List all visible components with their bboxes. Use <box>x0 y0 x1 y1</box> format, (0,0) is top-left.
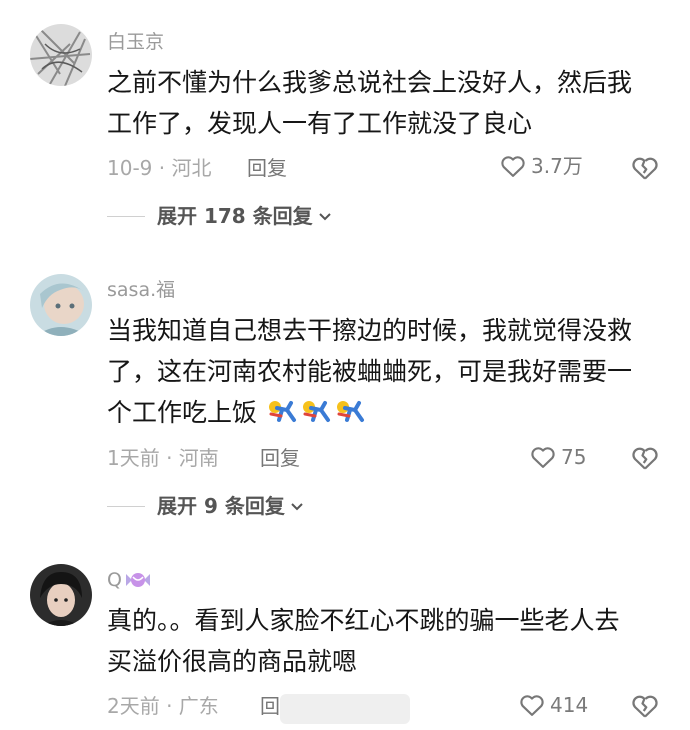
comment-line: 工作了，发现人一有了工作就没了良心 <box>107 109 533 138</box>
username[interactable]: Q <box>107 568 152 592</box>
running-emoji-icon <box>268 401 296 422</box>
comment-line: 当我知道自己想去干擦边的时候，我就觉得没救 <box>107 316 633 345</box>
avatar[interactable] <box>30 274 92 336</box>
username[interactable]: 白玉京 <box>107 30 164 54</box>
username-text: Q <box>107 569 122 591</box>
comment-line: 买溢价很高的商品就嗯 <box>107 647 358 676</box>
heart-outline-icon <box>501 156 525 177</box>
heart-outline-icon <box>520 695 544 716</box>
broken-heart-icon <box>632 695 658 718</box>
reply-button[interactable]: 回复 <box>247 154 287 182</box>
comment-text: 之前不懂为什么我爹总说社会上没好人，然后我 工作了，发现人一有了工作就没了良心 <box>107 62 667 144</box>
running-emoji-icon <box>336 401 364 422</box>
like-count: 3.7万 <box>531 154 583 178</box>
dislike-button[interactable] <box>630 691 660 721</box>
like-button[interactable]: 3.7万 <box>499 152 583 180</box>
broken-heart-icon <box>632 447 658 470</box>
divider <box>107 505 145 507</box>
running-emoji-icon <box>302 401 330 422</box>
expand-replies-label: 展开 9 条回复 <box>157 494 285 518</box>
comment-meta: 1天前 · 河南 <box>107 446 219 470</box>
watermark-overlay <box>280 694 410 724</box>
comment-line: 之前不懂为什么我爹总说社会上没好人，然后我 <box>107 68 633 97</box>
dislike-button[interactable] <box>630 153 660 183</box>
like-button[interactable]: 414 <box>518 691 588 719</box>
username[interactable]: sasa.福 <box>107 278 175 302</box>
comment-meta: 10-9 · 河北 <box>107 156 212 180</box>
broken-heart-icon <box>632 157 658 180</box>
like-button[interactable]: 75 <box>529 443 586 471</box>
dislike-button[interactable] <box>630 443 660 473</box>
candy-icon <box>125 573 150 587</box>
avatar[interactable] <box>30 564 92 626</box>
chevron-down-icon <box>291 503 303 511</box>
comment-line: 个工作吃上饭 <box>107 392 667 433</box>
comment-meta: 2天前 · 广东 <box>107 694 219 718</box>
expand-replies-label: 展开 178 条回复 <box>157 204 313 228</box>
expand-replies-button[interactable]: 展开 178 条回复 <box>107 202 333 230</box>
comment-line-text: 个工作吃上饭 <box>107 398 258 427</box>
expand-replies-button[interactable]: 展开 9 条回复 <box>107 492 305 520</box>
reply-button[interactable]: 回 <box>260 692 280 720</box>
like-count: 75 <box>561 445 587 469</box>
heart-outline-icon <box>531 447 555 468</box>
like-count: 414 <box>550 693 589 717</box>
comment-line: 了，这在河南农村能被蛐蛐死，可是我好需要一 <box>107 357 633 386</box>
divider <box>107 215 145 217</box>
reply-button[interactable]: 回复 <box>260 444 300 472</box>
comment-line: 真的。。看到人家脸不红心不跳的骗一些老人去 <box>107 606 620 635</box>
comment-text: 当我知道自己想去干擦边的时候，我就觉得没救 了，这在河南农村能被蛐蛐死，可是我好… <box>107 310 667 433</box>
chevron-down-icon <box>318 213 331 221</box>
comment-text: 真的。。看到人家脸不红心不跳的骗一些老人去 买溢价很高的商品就嗯 <box>107 600 667 682</box>
avatar[interactable] <box>30 24 92 86</box>
